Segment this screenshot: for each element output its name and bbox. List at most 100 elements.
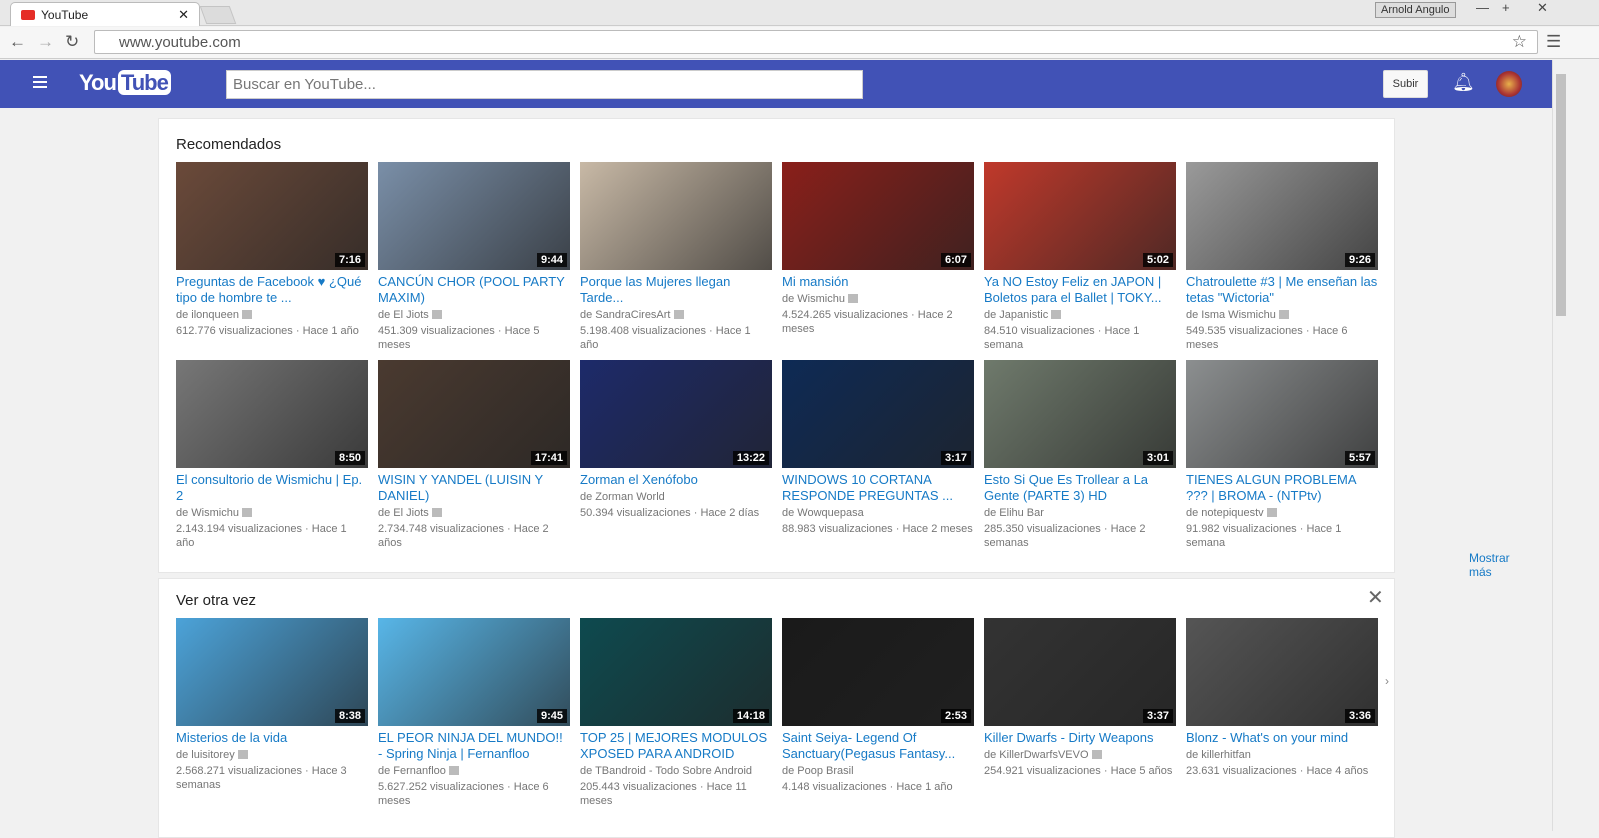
close-window-icon[interactable]: ✕ <box>1537 0 1548 16</box>
video-title-link[interactable]: Mi mansión <box>782 274 974 290</box>
video-title-link[interactable]: Misterios de la vida <box>176 730 368 746</box>
reload-icon[interactable]: ↻ <box>65 32 79 52</box>
video-thumbnail[interactable]: 8:50 <box>176 360 368 468</box>
video-card[interactable]: 5:57 TIENES ALGUN PROBLEMA ??? | BROMA -… <box>1186 360 1378 550</box>
video-title-link[interactable]: CANCÚN CHOR (POOL PARTY MAXIM) <box>378 274 570 306</box>
video-thumbnail[interactable]: 7:16 <box>176 162 368 270</box>
view-count: 205.443 visualizaciones <box>580 781 697 793</box>
video-card[interactable]: 6:07 Mi mansión de Wismichu 4.524.265 vi… <box>782 162 974 336</box>
video-title-link[interactable]: WINDOWS 10 CORTANA RESPONDE PREGUNTAS ..… <box>782 472 974 504</box>
video-title-link[interactable]: WISIN Y YANDEL (LUISIN Y DANIEL) <box>378 472 570 504</box>
channel-name[interactable]: de Fernanfloo <box>378 765 446 777</box>
video-card[interactable]: 9:26 Chatroulette #3 | Me enseñan las te… <box>1186 162 1378 352</box>
channel-name[interactable]: de killerhitfan <box>1186 749 1251 761</box>
video-title-link[interactable]: El consultorio de Wismichu | Ep. 2 <box>176 472 368 504</box>
video-card[interactable]: 8:38 Misterios de la vida de luisitorey … <box>176 618 368 792</box>
bookmark-star-icon[interactable]: ☆ <box>1512 32 1527 52</box>
scrollbar-thumb[interactable] <box>1556 74 1566 316</box>
video-title-link[interactable]: Killer Dwarfs - Dirty Weapons <box>984 730 1176 746</box>
video-card[interactable]: 3:36 Blonz - What's on your mind de kill… <box>1186 618 1378 778</box>
channel-name[interactable]: de TBandroid - Todo Sobre Android <box>580 765 752 777</box>
chevron-right-icon[interactable]: › <box>1385 674 1389 688</box>
browser-tab[interactable]: YouTube ✕ <box>10 2 200 26</box>
minimize-icon[interactable]: — <box>1476 0 1489 15</box>
video-card[interactable]: 7:16 Preguntas de Facebook ♥ ¿Qué tipo d… <box>176 162 368 338</box>
video-thumbnail[interactable]: 3:01 <box>984 360 1176 468</box>
video-thumbnail[interactable] <box>580 162 772 270</box>
channel-name[interactable]: de Isma Wismichu <box>1186 309 1276 321</box>
channel-name[interactable]: de Zorman World <box>580 491 665 503</box>
video-thumbnail[interactable]: 9:44 <box>378 162 570 270</box>
video-card[interactable]: 17:41 WISIN Y YANDEL (LUISIN Y DANIEL) d… <box>378 360 570 550</box>
video-title-link[interactable]: Chatroulette #3 | Me enseñan las tetas "… <box>1186 274 1378 306</box>
video-card[interactable]: 3:37 Killer Dwarfs - Dirty Weapons de Ki… <box>984 618 1176 778</box>
video-title-link[interactable]: Ya NO Estoy Feliz en JAPON | Boletos par… <box>984 274 1176 306</box>
video-thumbnail[interactable]: 17:41 <box>378 360 570 468</box>
video-title-link[interactable]: Porque las Mujeres llegan Tarde... <box>580 274 772 306</box>
video-thumbnail[interactable]: 3:17 <box>782 360 974 468</box>
view-count: 4.524.265 visualizaciones <box>782 309 908 321</box>
channel-name[interactable]: de KillerDwarfsVEVO <box>984 749 1089 761</box>
video-title-link[interactable]: Zorman el Xenófobo <box>580 472 772 488</box>
channel-name[interactable]: de Japanistic <box>984 309 1048 321</box>
video-thumbnail[interactable]: 5:57 <box>1186 360 1378 468</box>
channel-name[interactable]: de luisitorey <box>176 749 235 761</box>
channel-name[interactable]: de Elihu Bar <box>984 507 1044 519</box>
duration-badge: 13:22 <box>732 451 769 465</box>
video-card[interactable]: 8:50 El consultorio de Wismichu | Ep. 2 … <box>176 360 368 550</box>
video-thumbnail[interactable]: 5:02 <box>984 162 1176 270</box>
url-field[interactable]: www.youtube.com ☆ <box>94 30 1538 54</box>
close-tab-icon[interactable]: ✕ <box>178 7 189 23</box>
back-icon[interactable]: ← <box>9 32 26 52</box>
video-thumbnail[interactable]: 6:07 <box>782 162 974 270</box>
channel-name[interactable]: de Wismichu <box>176 507 239 519</box>
channel-name[interactable]: de Poop Brasil <box>782 765 854 777</box>
video-card[interactable]: 9:44 CANCÚN CHOR (POOL PARTY MAXIM) de E… <box>378 162 570 352</box>
channel-name[interactable]: de El Jiots <box>378 507 429 519</box>
video-thumbnail[interactable]: 3:36 <box>1186 618 1378 726</box>
video-thumbnail[interactable]: 13:22 <box>580 360 772 468</box>
scrollbar[interactable] <box>1552 60 1568 831</box>
video-title-link[interactable]: Esto Si Que Es Trollear a La Gente (PART… <box>984 472 1176 504</box>
channel-name[interactable]: de Wismichu <box>782 293 845 305</box>
video-title-link[interactable]: Blonz - What's on your mind <box>1186 730 1378 746</box>
video-card[interactable]: 9:45 EL PEOR NINJA DEL MUNDO!! - Spring … <box>378 618 570 808</box>
close-icon[interactable]: ✕ <box>1367 585 1384 610</box>
channel-name[interactable]: de SandraCiresArt <box>580 309 671 321</box>
menu-icon[interactable]: ☰ <box>1546 32 1561 52</box>
maximize-icon[interactable]: + <box>1502 0 1510 15</box>
video-card[interactable]: 2:53 Saint Seiya- Legend Of Sanctuary(Pe… <box>782 618 974 794</box>
video-thumbnail[interactable]: 14:18 <box>580 618 772 726</box>
video-title-link[interactable]: TOP 25 | MEJORES MODULOS XPOSED PARA AND… <box>580 730 772 762</box>
new-tab-button[interactable] <box>199 6 237 24</box>
channel-name[interactable]: de ilonqueen <box>176 309 239 321</box>
profile-button[interactable]: Arnold Angulo <box>1375 2 1456 18</box>
video-card[interactable]: 14:18 TOP 25 | MEJORES MODULOS XPOSED PA… <box>580 618 772 808</box>
avatar[interactable] <box>1496 71 1522 97</box>
video-title-link[interactable]: TIENES ALGUN PROBLEMA ??? | BROMA - (NTP… <box>1186 472 1378 504</box>
guide-menu-icon[interactable] <box>33 76 47 88</box>
search-input[interactable] <box>226 70 863 99</box>
channel-name[interactable]: de Wowquepasa <box>782 507 864 519</box>
upload-button[interactable]: Subir <box>1383 70 1428 98</box>
show-more-link[interactable]: Mostrar más <box>1469 551 1510 579</box>
video-thumbnail[interactable]: 3:37 <box>984 618 1176 726</box>
video-title-link[interactable]: EL PEOR NINJA DEL MUNDO!! - Spring Ninja… <box>378 730 570 762</box>
video-card[interactable]: 13:22 Zorman el Xenófobo de Zorman World… <box>580 360 772 520</box>
channel-name[interactable]: de notepiquestv <box>1186 507 1264 519</box>
upload-age: Hace 2 meses <box>902 523 973 535</box>
video-card[interactable]: 3:17 WINDOWS 10 CORTANA RESPONDE PREGUNT… <box>782 360 974 536</box>
video-thumbnail[interactable]: 8:38 <box>176 618 368 726</box>
channel-name[interactable]: de El Jiots <box>378 309 429 321</box>
video-thumbnail[interactable]: 9:26 <box>1186 162 1378 270</box>
video-card[interactable]: 5:02 Ya NO Estoy Feliz en JAPON | Boleto… <box>984 162 1176 352</box>
video-thumbnail[interactable]: 2:53 <box>782 618 974 726</box>
video-title-link[interactable]: Preguntas de Facebook ♥ ¿Qué tipo de hom… <box>176 274 368 306</box>
video-card[interactable]: 3:01 Esto Si Que Es Trollear a La Gente … <box>984 360 1176 550</box>
duration-badge: 3:36 <box>1344 709 1375 723</box>
forward-icon[interactable]: → <box>37 32 54 52</box>
notifications-bell-icon[interactable]: 🔔︎ <box>1452 72 1475 93</box>
video-card[interactable]: Porque las Mujeres llegan Tarde... de Sa… <box>580 162 772 352</box>
video-thumbnail[interactable]: 9:45 <box>378 618 570 726</box>
video-title-link[interactable]: Saint Seiya- Legend Of Sanctuary(Pegasus… <box>782 730 974 762</box>
